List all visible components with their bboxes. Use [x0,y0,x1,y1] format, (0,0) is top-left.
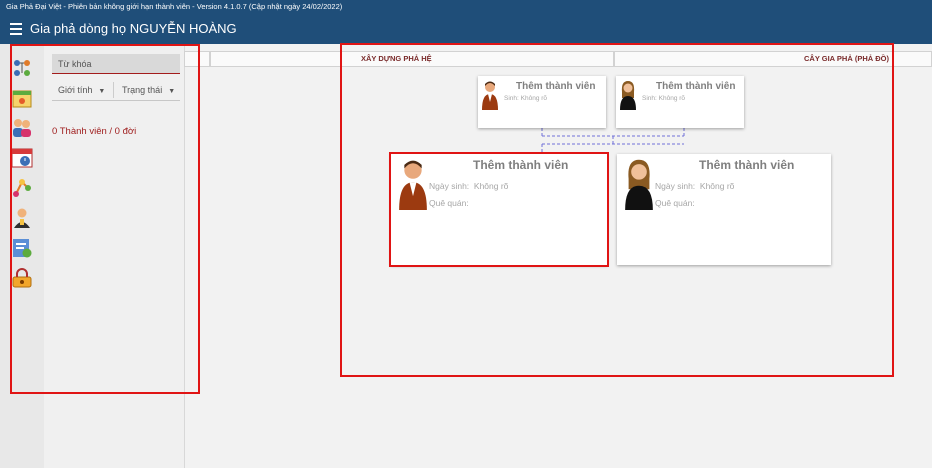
annotation-box-left [10,44,200,394]
app-header: Gia phả dòng họ NGUYỄN HOÀNG [0,14,932,44]
family-title: Gia phả dòng họ NGUYỄN HOÀNG [30,21,237,36]
annotation-box-right [340,43,894,377]
window-title: Gia Phả Đại Việt - Phiên bản không giới … [0,0,932,14]
hamburger-menu-icon[interactable] [10,23,22,35]
